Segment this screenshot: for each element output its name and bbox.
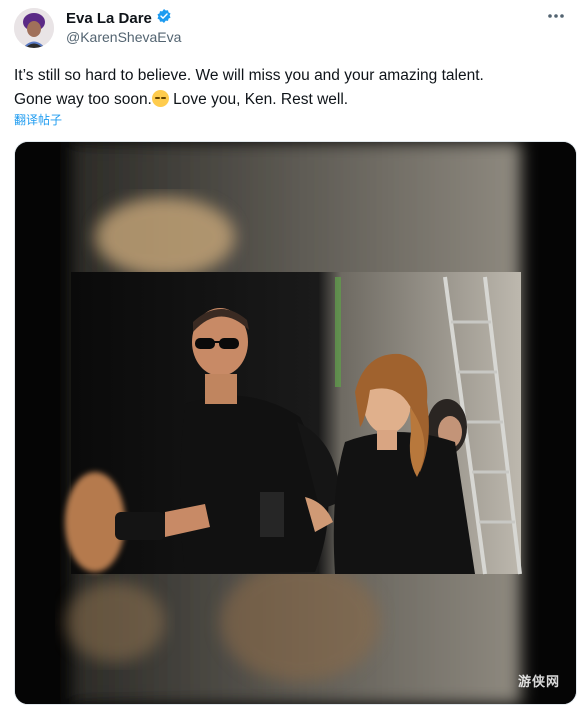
tweet-media-photo[interactable]: 游侠网 — [14, 141, 577, 705]
tweet-text-line2: Gone way too soon. Love you, Ken. Rest w… — [14, 88, 570, 112]
watermark: 游侠网 — [517, 674, 560, 689]
tweet-text-line2-start: Gone way too soon. — [14, 91, 152, 108]
tweet-text-line2-end: Love you, Ken. Rest well. — [168, 91, 349, 108]
author-name[interactable]: Eva La Dare — [66, 10, 152, 28]
author-handle[interactable]: @KarenShevaEva — [66, 28, 181, 46]
tweet-text: It’s still so hard to believe. We will m… — [14, 64, 570, 112]
verified-badge-icon — [156, 8, 172, 29]
author-name-row[interactable]: Eva La Dare — [66, 8, 172, 29]
photo-image — [15, 142, 576, 704]
tweet-text-line1: It’s still so hard to believe. We will m… — [14, 67, 484, 84]
avatar[interactable] — [14, 8, 54, 48]
relieved-face-emoji-icon — [151, 90, 169, 107]
more-options-icon[interactable] — [546, 6, 566, 31]
avatar-image — [14, 8, 54, 48]
translate-post-link[interactable]: 翻译帖子 — [14, 111, 62, 128]
